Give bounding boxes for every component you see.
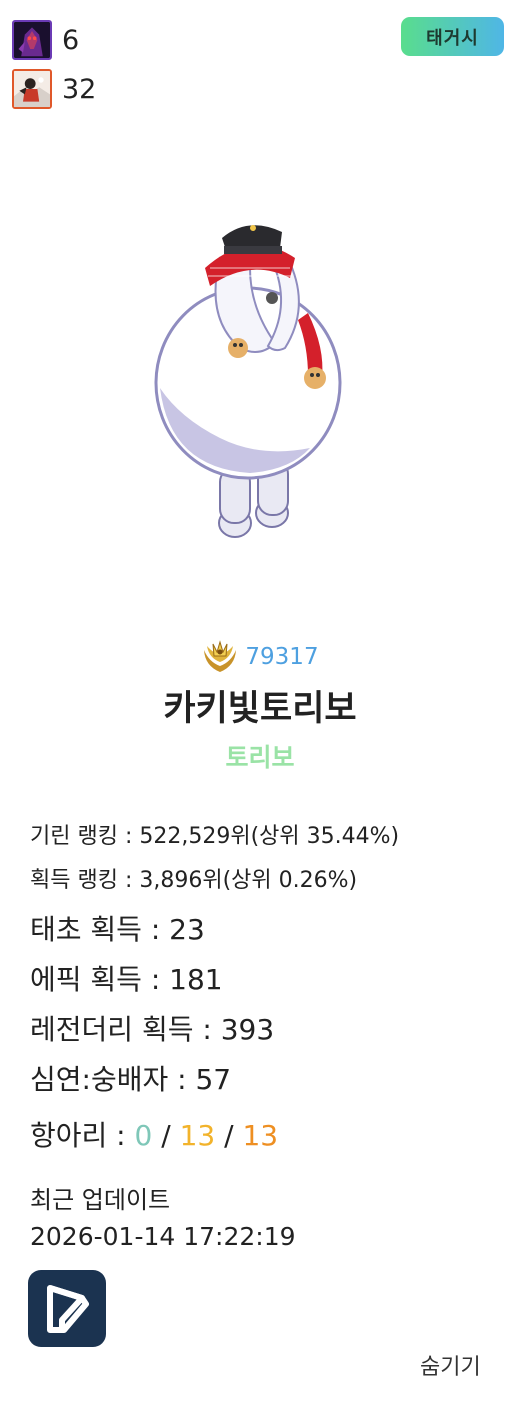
jar-row: 항아리 : 0 / 13 / 13 xyxy=(30,1114,278,1154)
epic-acquire: 에픽 획득 : 181 xyxy=(30,963,223,996)
abyss-worshipper: 심연:숭배자 : 57 xyxy=(30,1063,232,1096)
jar-separator: / xyxy=(215,1119,243,1152)
jar-separator: / xyxy=(152,1119,180,1152)
jar-value-1: 0 xyxy=(134,1119,153,1152)
tag-button[interactable]: 태거시 xyxy=(401,17,504,56)
purple-monster-icon xyxy=(12,20,52,60)
legendary-acquire: 레전더리 획득 : 393 xyxy=(30,1013,275,1046)
jar-value-3: 13 xyxy=(242,1119,279,1152)
character-sprite xyxy=(150,198,350,548)
stat-row-2: 32 xyxy=(12,69,96,109)
character-type: 토리보 xyxy=(225,743,295,772)
hide-button[interactable]: 숨기기 xyxy=(420,1349,481,1381)
recent-update-label: 최근 업데이트 xyxy=(30,1186,171,1214)
acquire-ranking: 획득 랭킹 : 3,896위(상위 0.26%) xyxy=(30,868,358,893)
fighter-portrait-icon xyxy=(12,69,52,109)
jar-value-2: 13 xyxy=(179,1119,216,1152)
stat-value: 6 xyxy=(62,24,80,56)
d-logo-icon[interactable] xyxy=(28,1270,106,1347)
rank-line: 79317 xyxy=(0,640,520,674)
recent-update-datetime: 2026-01-14 17:22:19 xyxy=(30,1222,296,1251)
first-acquire: 태초 획득 : 23 xyxy=(30,913,205,946)
jar-label: 항아리 : xyxy=(30,1119,135,1152)
giraffe-ranking: 기린 랭킹 : 522,529위(상위 35.44%) xyxy=(30,824,400,849)
character-name: 카키빛토리보 xyxy=(163,689,357,729)
rank-number: 79317 xyxy=(245,644,319,670)
stat-row-1: 6 xyxy=(12,20,79,60)
gold-laurel-crown-icon xyxy=(204,640,237,672)
stat-value: 32 xyxy=(62,73,97,105)
